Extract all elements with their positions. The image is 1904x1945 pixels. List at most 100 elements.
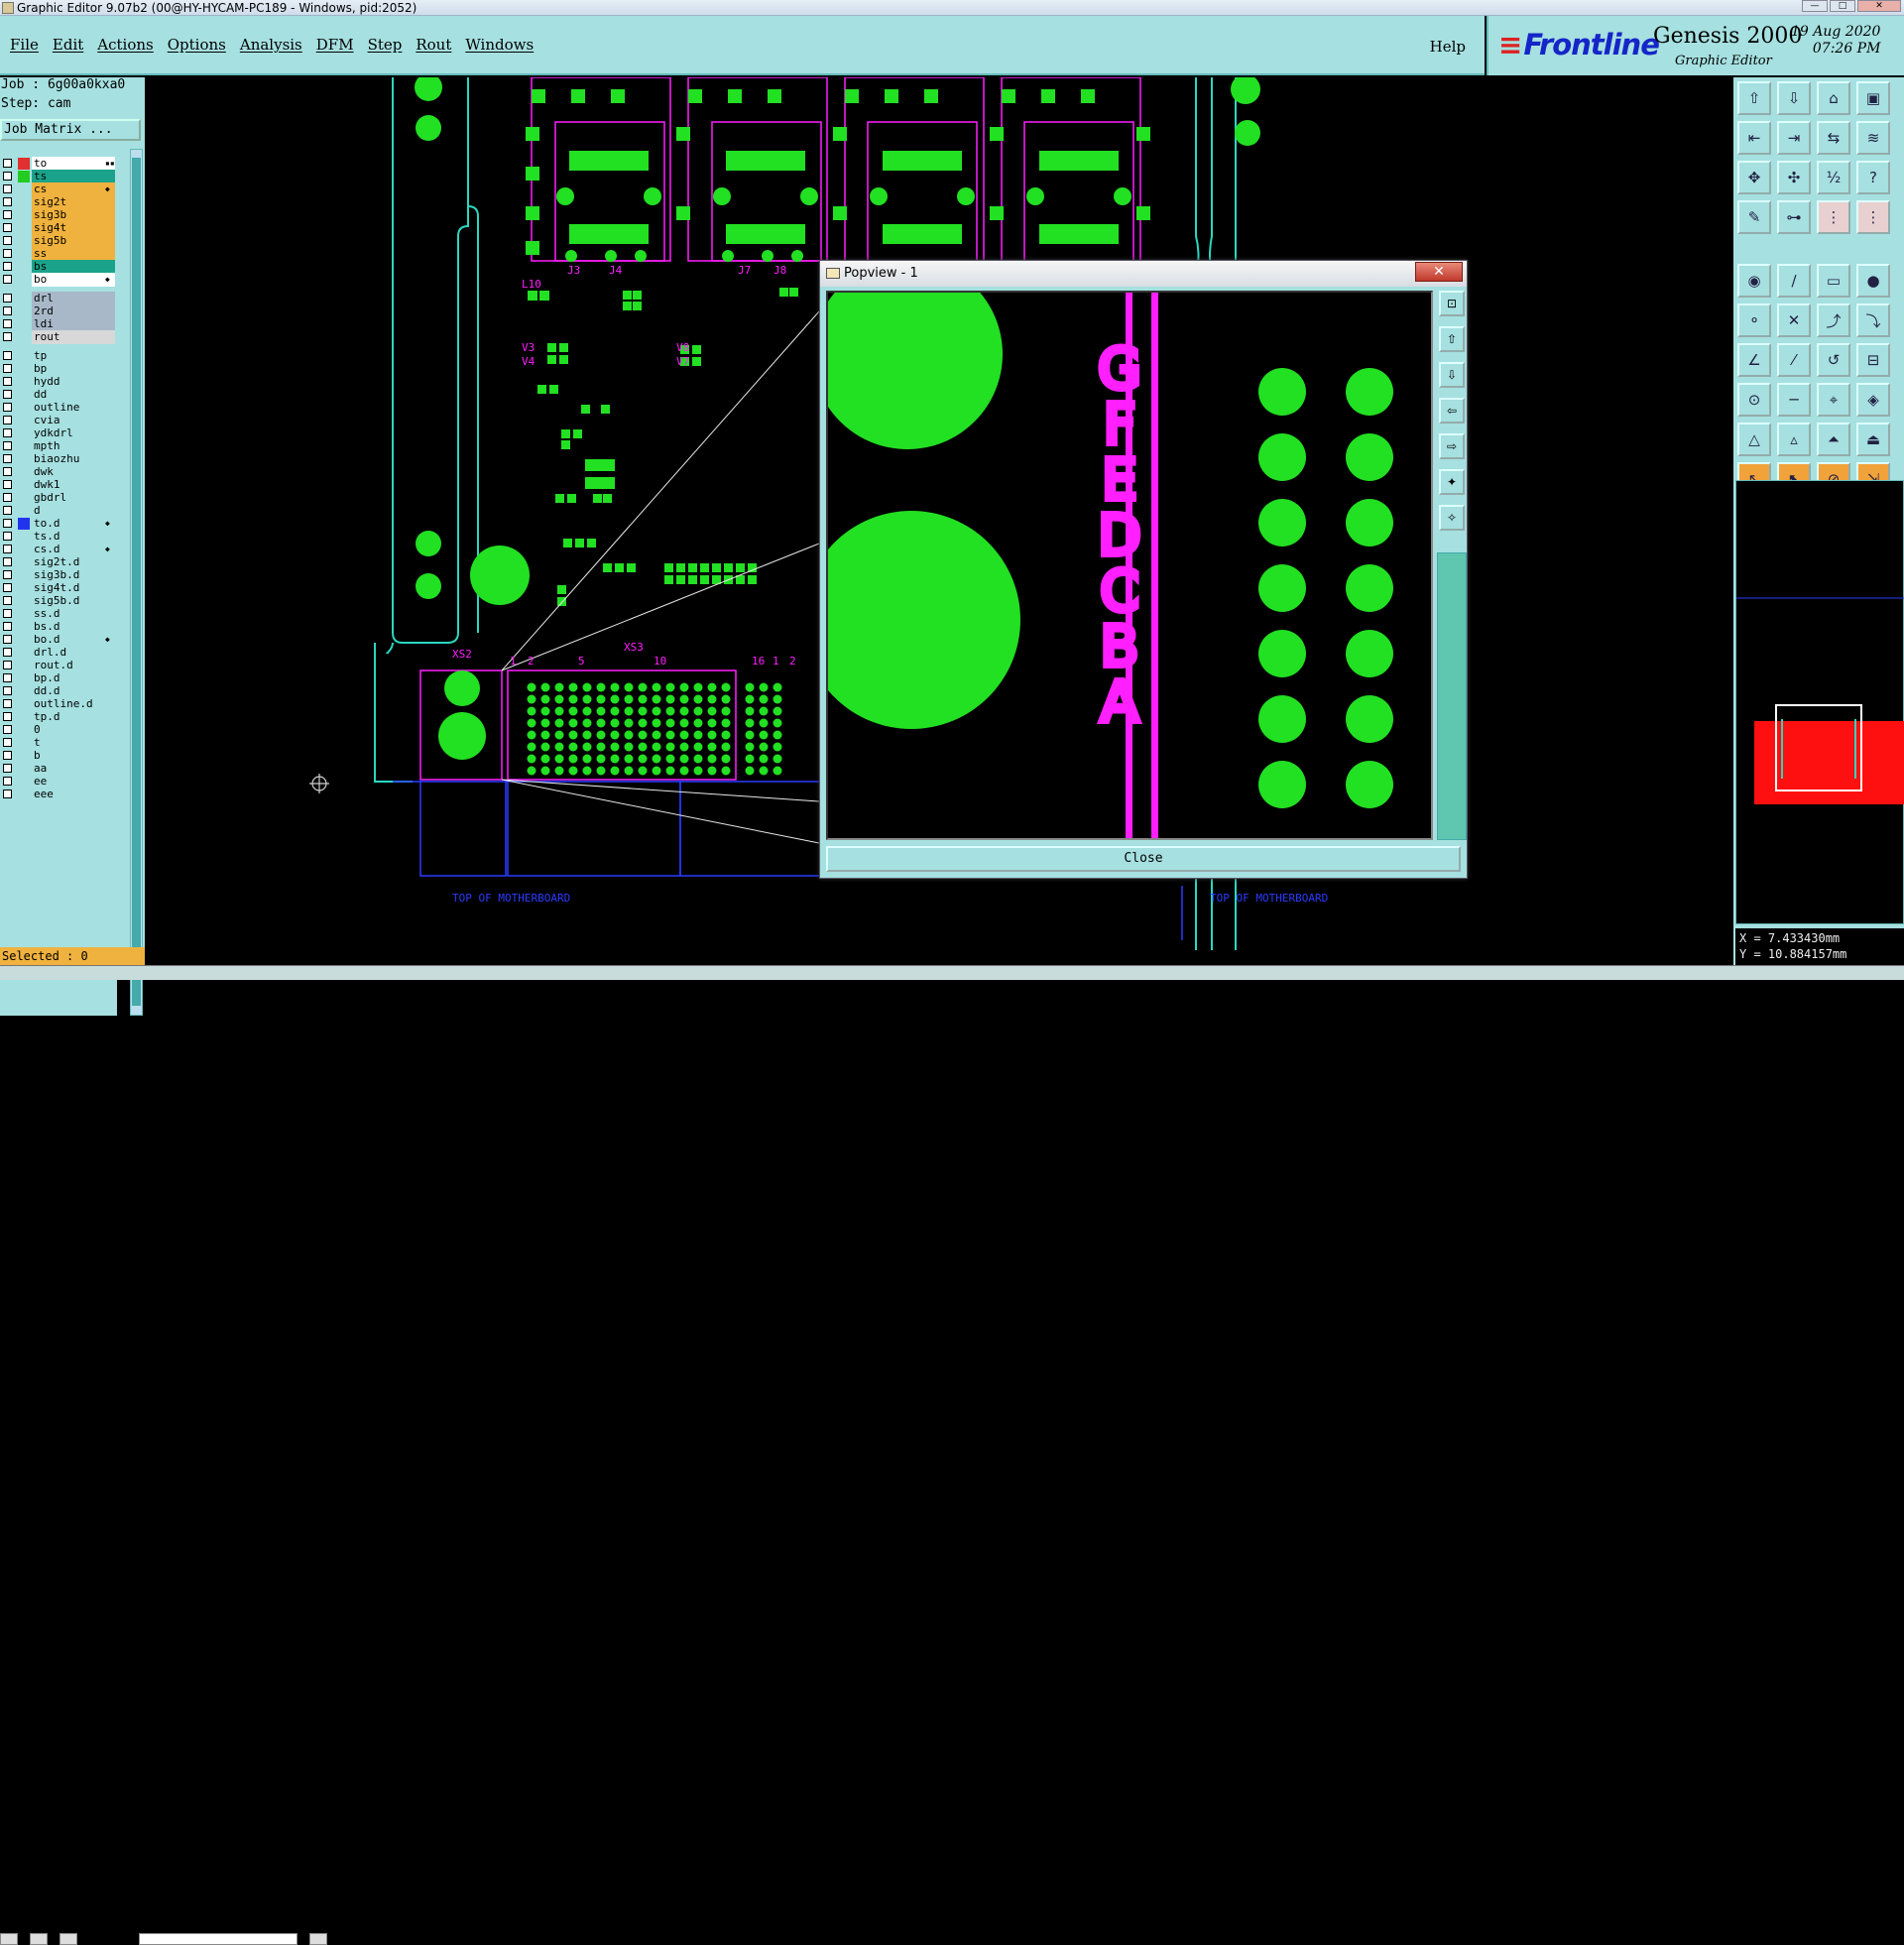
node-icon[interactable]: ⚬ (1737, 304, 1771, 337)
layer-checkbox[interactable] (3, 506, 12, 515)
layer-checkbox[interactable] (3, 609, 12, 618)
layer-checkbox[interactable] (3, 184, 12, 193)
menu-windows[interactable]: Windows (465, 36, 534, 54)
layer-checkbox[interactable] (3, 480, 12, 489)
layer-color-swatch[interactable] (18, 582, 30, 594)
layer-color-swatch[interactable] (18, 209, 30, 221)
layer-name[interactable]: bo (32, 273, 115, 287)
layer-row[interactable]: sig4t (0, 221, 115, 235)
layer-name[interactable]: dwk (32, 465, 115, 479)
layer-color-swatch[interactable] (18, 698, 30, 710)
layer-checkbox[interactable] (3, 699, 12, 708)
layer-color-swatch[interactable] (18, 660, 30, 671)
layer-checkbox[interactable] (3, 197, 12, 206)
layer-checkbox[interactable] (3, 648, 12, 657)
layer-row[interactable]: d (0, 504, 115, 518)
layer-color-swatch[interactable] (18, 608, 30, 620)
layer-checkbox[interactable] (3, 777, 12, 786)
layer-name[interactable]: sig4t.d (32, 581, 115, 595)
home-icon[interactable]: ⌂ (1817, 81, 1850, 115)
layer-name[interactable]: 0 (32, 723, 115, 737)
layer-name[interactable]: ee (32, 775, 115, 789)
layer-color-swatch[interactable] (18, 261, 30, 273)
layer-checkbox[interactable] (3, 622, 12, 631)
layer-name[interactable]: rout (32, 330, 115, 344)
open-step-icon[interactable]: ⇧ (1737, 81, 1771, 115)
status-cell-1[interactable] (0, 1933, 18, 1945)
layer-name[interactable]: rout.d (32, 659, 115, 672)
layer-checkbox[interactable] (3, 725, 12, 734)
swap-icon[interactable]: ⇆ (1817, 121, 1850, 155)
layer-checkbox[interactable] (3, 249, 12, 258)
layer-row[interactable]: cvia (0, 414, 115, 427)
pan-right-icon[interactable]: ⇥ (1777, 121, 1811, 155)
pad-icon[interactable]: ● (1856, 264, 1890, 298)
layer-color-swatch[interactable] (18, 672, 30, 684)
menu-dfm[interactable]: DFM (316, 36, 354, 54)
layer-row[interactable]: bs.d (0, 620, 115, 634)
layer-row[interactable]: dwk1 (0, 478, 115, 492)
layer-name[interactable]: b (32, 749, 115, 763)
slash-icon[interactable]: ⁄ (1777, 343, 1811, 377)
move-icon[interactable]: ⤴ (1817, 304, 1850, 337)
layer-name[interactable]: cs.d (32, 543, 115, 556)
layer-row[interactable]: sig5b (0, 234, 115, 248)
layer-checkbox[interactable] (3, 416, 12, 425)
layer-name[interactable]: t (32, 736, 115, 750)
layer-checkbox[interactable] (3, 275, 12, 284)
layer-color-swatch[interactable] (18, 158, 30, 170)
layer-checkbox[interactable] (3, 467, 12, 476)
menu-edit[interactable]: Edit (53, 36, 83, 54)
status-cell-2[interactable] (30, 1933, 48, 1945)
layer-checkbox[interactable] (3, 332, 12, 341)
status-cell-3[interactable] (60, 1933, 77, 1945)
layer-name[interactable]: ydkdrl (32, 426, 115, 440)
layer-name[interactable]: ldi (32, 317, 115, 331)
layer-row[interactable]: outline.d (0, 697, 115, 711)
layer-color-swatch[interactable] (18, 556, 30, 568)
layer-name[interactable]: ts (32, 170, 115, 183)
layer-color-swatch[interactable] (18, 293, 30, 304)
layer-name[interactable]: hydd (32, 375, 115, 389)
menu-help[interactable]: Help (1430, 38, 1466, 56)
layer-row[interactable]: dd.d (0, 684, 115, 698)
redraw-icon[interactable]: ≋ (1856, 121, 1890, 155)
triangle-icon[interactable]: △ (1737, 423, 1771, 456)
draw-line-icon[interactable]: ─ (1777, 383, 1811, 417)
layer-name[interactable]: d (32, 504, 115, 518)
layer-row[interactable]: ss (0, 247, 115, 261)
layer-checkbox[interactable] (3, 545, 12, 553)
status-input[interactable] (139, 1933, 298, 1945)
layer-color-swatch[interactable] (18, 248, 30, 260)
popview-zoom-home-icon[interactable]: ⊡ (1439, 291, 1465, 316)
layer-checkbox[interactable] (3, 306, 12, 315)
menu-file[interactable]: File (10, 36, 39, 54)
overview-map[interactable] (1735, 480, 1904, 924)
rect-icon[interactable]: ▭ (1817, 264, 1850, 298)
layer-color-swatch[interactable] (18, 763, 30, 775)
popview-titlebar[interactable]: Popview - 1 (820, 261, 1467, 287)
layer-color-swatch[interactable] (18, 685, 30, 697)
layer-name[interactable]: tp.d (32, 710, 115, 724)
scroll-thumb[interactable] (132, 158, 141, 1006)
layer-row[interactable]: rout (0, 330, 115, 344)
layer-name[interactable]: ts.d (32, 530, 115, 544)
layer-color-swatch[interactable] (18, 427, 30, 439)
layer-color-swatch[interactable] (18, 634, 30, 646)
layer-row[interactable]: drl (0, 292, 115, 305)
mirror-icon[interactable]: ⊟ (1856, 343, 1890, 377)
measure-icon[interactable]: ⋮ (1856, 200, 1890, 234)
hole-icon[interactable]: ⊙ (1737, 383, 1771, 417)
layer-color-swatch[interactable] (18, 724, 30, 736)
layer-checkbox[interactable] (3, 493, 12, 502)
layer-row[interactable]: bs (0, 260, 115, 274)
layer-color-swatch[interactable] (18, 331, 30, 343)
layer-name[interactable]: dwk1 (32, 478, 115, 492)
layer-color-swatch[interactable] (18, 171, 30, 182)
layer-row[interactable]: outline (0, 401, 115, 415)
menu-analysis[interactable]: Analysis (240, 36, 302, 54)
layer-color-swatch[interactable] (18, 647, 30, 659)
layer-checkbox[interactable] (3, 764, 12, 773)
layer-checkbox[interactable] (3, 686, 12, 695)
layer-name[interactable]: ss.d (32, 607, 115, 621)
